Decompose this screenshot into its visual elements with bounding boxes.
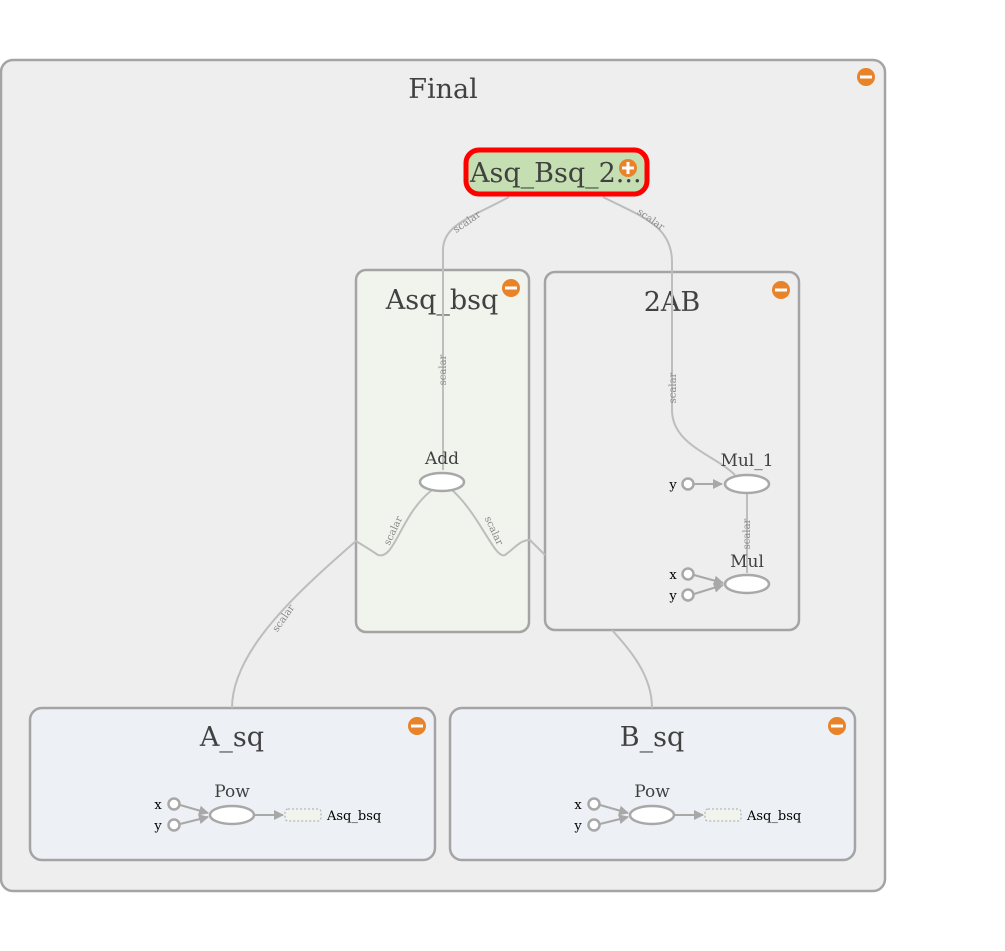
port-label: y xyxy=(573,819,582,834)
selected-node-asq-bsq-2ab[interactable]: Asq_Bsq_2... xyxy=(463,147,650,197)
mul1-op-label: Mul_1 xyxy=(720,451,773,471)
asq-bsq-collapse-icon[interactable] xyxy=(502,279,520,297)
b-sq-output-label: Asq_bsq xyxy=(746,809,801,824)
selected-node-expand-icon[interactable] xyxy=(619,159,637,177)
two-ab-collapse-icon[interactable] xyxy=(772,281,790,299)
port-label: x xyxy=(154,798,162,813)
a-sq-collapse-icon[interactable] xyxy=(408,717,426,735)
a-sq-output-label: Asq_bsq xyxy=(326,809,381,824)
edge-label: scalar xyxy=(438,354,449,385)
port-label: x xyxy=(669,568,677,583)
port-label: y xyxy=(153,819,162,834)
add-op-label: Add xyxy=(424,449,459,469)
mul-op-label: Mul xyxy=(730,552,764,572)
asq-bsq-title: Asq_bsq xyxy=(385,285,499,316)
port-label: y xyxy=(668,589,677,604)
b-sq-pow-label: Pow xyxy=(634,782,670,802)
port-label: y xyxy=(668,478,677,493)
b-sq-title: B_sq xyxy=(620,722,684,753)
final-title: Final xyxy=(408,74,478,105)
final-collapse-icon[interactable] xyxy=(857,68,875,86)
port-label: x xyxy=(574,798,582,813)
a-sq-pow-label: Pow xyxy=(214,782,250,802)
b-sq-collapse-icon[interactable] xyxy=(828,717,846,735)
edge-label: scalar xyxy=(668,372,679,403)
a-sq-title: A_sq xyxy=(199,722,264,753)
selected-node-label: Asq_Bsq_2... xyxy=(469,158,642,189)
graph-canvas: Final Asq_bsq 2AB A_sq B_sq scalar scala… xyxy=(0,58,887,893)
edge-label: scalar xyxy=(742,518,753,549)
